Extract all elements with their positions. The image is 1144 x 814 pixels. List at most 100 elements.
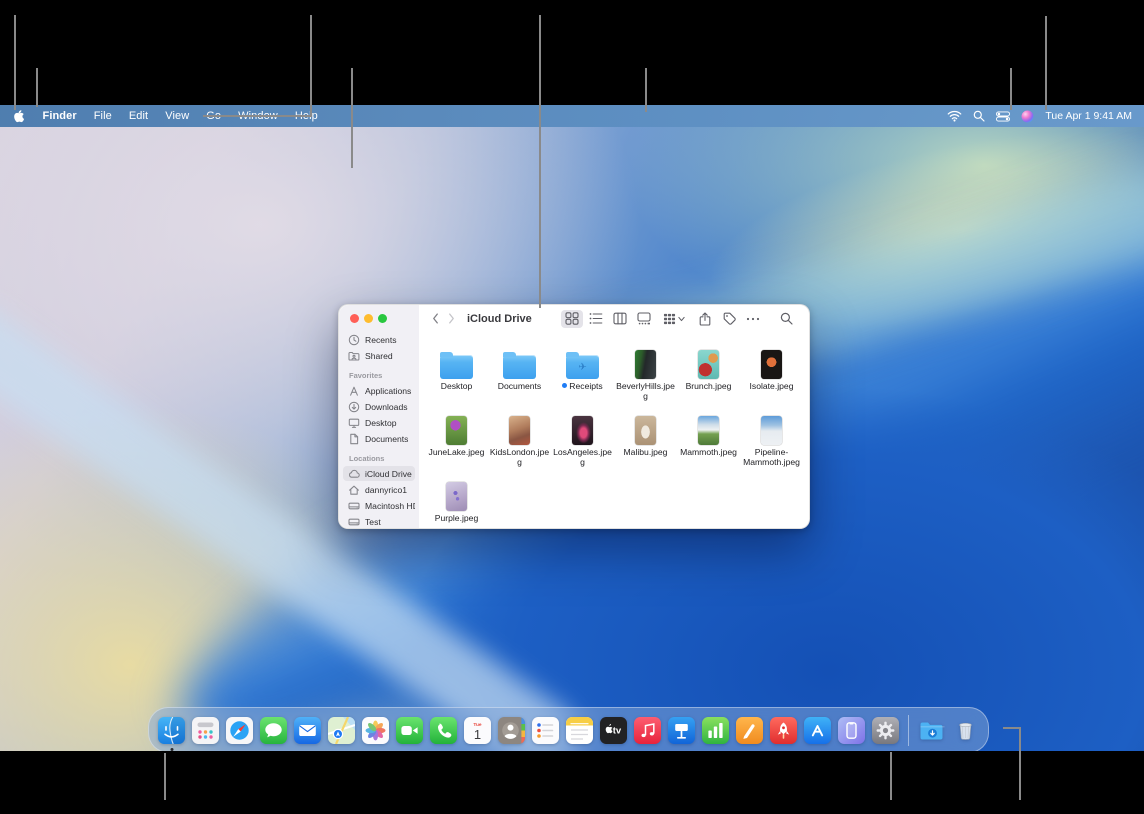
- dock-finder[interactable]: [158, 717, 185, 744]
- dock-trash[interactable]: [952, 717, 979, 744]
- sb-home-icon: [348, 484, 360, 496]
- sidebar-item-test[interactable]: Test: [343, 514, 415, 529]
- sidebar-item-downloads[interactable]: Downloads: [343, 399, 415, 414]
- status-icons: [947, 110, 1034, 123]
- columns-view-button[interactable]: [609, 310, 631, 328]
- menu-finder[interactable]: Finder: [34, 110, 85, 122]
- sidebar-item-label: Documents: [365, 434, 408, 444]
- dock-system-settings[interactable]: [872, 717, 899, 744]
- sidebar-item-dannyrico1[interactable]: dannyrico1: [343, 482, 415, 497]
- folder-icon: ✈: [566, 342, 599, 379]
- file-name: KidsLondon.jpeg: [489, 448, 550, 467]
- file-grid: DesktopDocuments✈ReceiptsBeverlyHills.jp…: [419, 332, 809, 528]
- menu-bar-clock[interactable]: Tue Apr 1 9:41 AM: [1045, 110, 1132, 122]
- file-desktop[interactable]: Desktop: [425, 342, 488, 408]
- search-button[interactable]: [775, 310, 797, 328]
- file-purple-jpeg[interactable]: Purple.jpeg: [425, 474, 488, 540]
- callout-trash-v: [1019, 727, 1021, 800]
- dock-numbers[interactable]: [702, 717, 729, 744]
- file-junelake-jpeg[interactable]: JuneLake.jpeg: [425, 408, 488, 474]
- sidebar-list: RecentsSharedFavoritesApplicationsDownlo…: [339, 331, 419, 530]
- callout-help-menu-h: [203, 115, 312, 117]
- dock-messages[interactable]: [260, 717, 287, 744]
- icloud-status-dot: [562, 383, 567, 388]
- group-by-button[interactable]: [663, 313, 685, 325]
- dock-facetime[interactable]: [396, 717, 423, 744]
- sidebar-item-shared[interactable]: Shared: [343, 348, 415, 363]
- file-receipts[interactable]: ✈Receipts: [551, 342, 614, 408]
- dock-games[interactable]: [770, 717, 797, 744]
- gallery-view-button[interactable]: [633, 310, 655, 328]
- sidebar-item-desktop[interactable]: Desktop: [343, 415, 415, 430]
- folder-icon: [440, 342, 473, 379]
- menu-edit[interactable]: Edit: [120, 110, 156, 122]
- dock-reminders[interactable]: [532, 717, 559, 744]
- dock-mail[interactable]: [294, 717, 321, 744]
- forward-button[interactable]: [443, 312, 459, 326]
- finder-toolbar: iCloud Drive: [419, 305, 809, 333]
- control-center-icon[interactable]: [996, 111, 1010, 122]
- sidebar-item-icloud-drive[interactable]: iCloud Drive: [343, 466, 415, 481]
- sidebar-item-applications[interactable]: Applications: [343, 383, 415, 398]
- dock-maps[interactable]: [328, 717, 355, 744]
- close-button[interactable]: [350, 314, 359, 323]
- file-brunch-jpeg[interactable]: Brunch.jpeg: [677, 342, 740, 408]
- dock-calendar[interactable]: Tue1: [464, 717, 491, 744]
- dock-separator: [908, 715, 909, 746]
- dock-tv[interactable]: tv: [600, 717, 627, 744]
- callout-wifi-status: [1010, 68, 1012, 110]
- image-thumbnail: [509, 408, 530, 445]
- image-thumbnail: [698, 342, 719, 379]
- file-malibu-jpeg[interactable]: Malibu.jpeg: [614, 408, 677, 474]
- dock-contacts[interactable]: [498, 717, 525, 744]
- dock-pages[interactable]: [736, 717, 763, 744]
- icons-view-button[interactable]: [561, 310, 583, 328]
- file-name: Purple.jpeg: [426, 514, 487, 524]
- file-name: Documents: [489, 382, 550, 392]
- spotlight-icon[interactable]: [973, 110, 985, 122]
- menu-view[interactable]: View: [157, 110, 198, 122]
- sidebar-item-label: iCloud Drive: [365, 469, 412, 479]
- finder-sidebar: RecentsSharedFavoritesApplicationsDownlo…: [339, 305, 420, 528]
- tags-button[interactable]: [718, 310, 740, 328]
- file-documents[interactable]: Documents: [488, 342, 551, 408]
- file-isolate-jpeg[interactable]: Isolate.jpeg: [740, 342, 803, 408]
- list-view-button[interactable]: [585, 310, 607, 328]
- file-pipeline-mammoth-jpeg[interactable]: Pipeline-Mammoth.jpeg: [740, 408, 803, 474]
- dock-safari[interactable]: [226, 717, 253, 744]
- desktop[interactable]: FinderFileEditViewGoWindowHelp Tue Apr 1…: [0, 105, 1144, 751]
- dock-downloads[interactable]: [918, 717, 945, 744]
- file-kidslondon-jpeg[interactable]: KidsLondon.jpeg: [488, 408, 551, 474]
- wifi-icon[interactable]: [947, 110, 962, 122]
- file-beverlyhills-jpeg[interactable]: BeverlyHills.jpeg: [614, 342, 677, 408]
- sidebar-item-documents[interactable]: Documents: [343, 431, 415, 446]
- sidebar-item-macintosh-hd[interactable]: Macintosh HD: [343, 498, 415, 513]
- sb-apps-icon: [348, 385, 360, 397]
- file-losangeles-jpeg[interactable]: LosAngeles.jpeg: [551, 408, 614, 474]
- file-mammoth-jpeg[interactable]: Mammoth.jpeg: [677, 408, 740, 474]
- sidebar-item-label: Applications: [365, 386, 411, 396]
- dock-phone[interactable]: [430, 717, 457, 744]
- dock-launchpad[interactable]: [192, 717, 219, 744]
- minimize-button[interactable]: [364, 314, 373, 323]
- dock-notes[interactable]: [566, 717, 593, 744]
- siri-icon[interactable]: [1021, 110, 1034, 123]
- image-thumbnail: [572, 408, 593, 445]
- share-button[interactable]: [694, 310, 716, 328]
- apple-menu-icon[interactable]: [12, 109, 25, 123]
- dock-app-store[interactable]: [804, 717, 831, 744]
- menu-file[interactable]: File: [85, 110, 120, 122]
- sb-doc-icon: [348, 433, 360, 445]
- dock-music[interactable]: [634, 717, 661, 744]
- action-buttons: [693, 310, 765, 328]
- back-button[interactable]: [427, 312, 443, 326]
- dock-photos[interactable]: [362, 717, 389, 744]
- zoom-button[interactable]: [378, 314, 387, 323]
- image-thumbnail: [635, 408, 656, 445]
- file-name: JuneLake.jpeg: [426, 448, 487, 458]
- dock-keynote[interactable]: [668, 717, 695, 744]
- sidebar-item-recents[interactable]: Recents: [343, 332, 415, 347]
- more-button[interactable]: [742, 310, 764, 328]
- file-name: Brunch.jpeg: [678, 382, 739, 392]
- dock-iphone-mirroring[interactable]: [838, 717, 865, 744]
